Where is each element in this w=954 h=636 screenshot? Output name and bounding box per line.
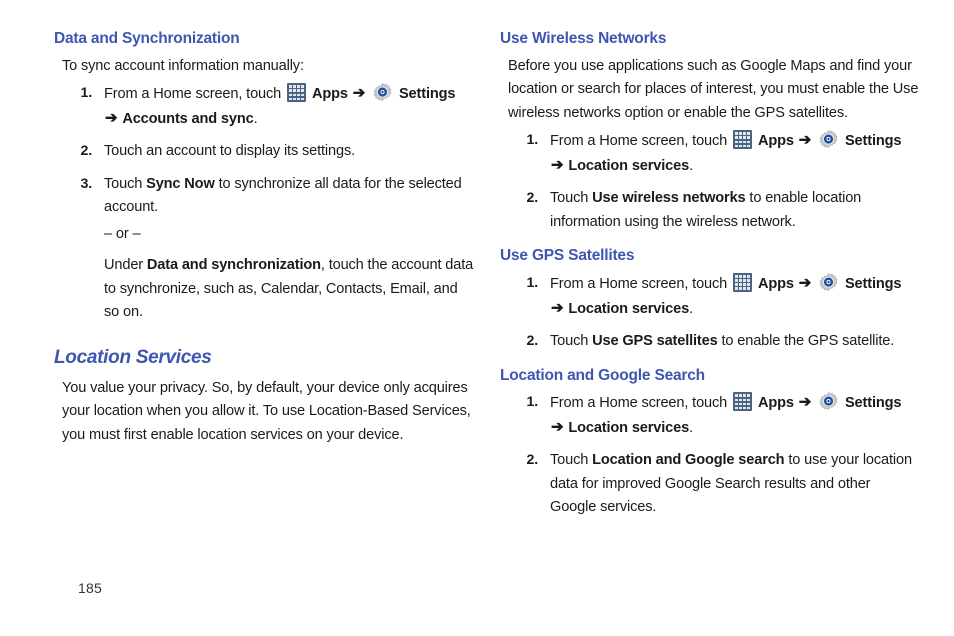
step-item: 1. From a Home screen, touch Apps ➔ Sett… <box>500 391 920 440</box>
arrow-icon: ➔ <box>105 109 118 127</box>
heading-location-and-google-search: Location and Google Search <box>500 366 705 384</box>
step-number: 1. <box>526 275 538 292</box>
step-item: 1. From a Home screen, touch Apps ➔ Sett… <box>54 82 474 131</box>
menu-path-tail: . <box>253 110 258 127</box>
step-text-lead: Touch <box>104 175 143 192</box>
apps-label: Apps <box>311 86 348 103</box>
menu-path-label: Accounts and sync <box>122 110 254 127</box>
settings-label: Settings <box>844 276 902 293</box>
apps-label: Apps <box>757 133 794 150</box>
step-text-pre: From a Home screen, touch <box>550 395 728 412</box>
emphasis-sync-now: Sync Now <box>146 175 215 192</box>
step-text: Touch an account to display its settings… <box>104 143 356 160</box>
step-text-lead: Touch <box>550 333 589 350</box>
step-number: 2. <box>526 333 538 350</box>
step-text-lead: Touch <box>550 452 589 469</box>
arrow-icon: ➔ <box>798 131 812 149</box>
manual-page: Data and Synchronization To sync account… <box>0 0 954 636</box>
page-number: 185 <box>78 580 102 596</box>
apps-grid-icon <box>733 273 753 293</box>
step-item: 1. From a Home screen, touch Apps ➔ Sett… <box>500 272 920 321</box>
menu-path-label: Location services <box>568 157 690 174</box>
emphasis-data-and-synchronization: Data and synchronization <box>146 257 321 274</box>
step-number: 1. <box>526 394 538 411</box>
step-number: 2. <box>80 143 92 160</box>
step-number: 1. <box>526 132 538 149</box>
settings-gear-icon <box>818 129 839 150</box>
step-text-after: to enable the GPS satellite. <box>721 333 895 350</box>
apps-grid-icon <box>287 83 307 103</box>
menu-path-label: Location services <box>568 300 690 317</box>
step-number: 2. <box>526 452 538 469</box>
step-item: 2. Touch Use GPS satellites to enable th… <box>500 330 920 354</box>
step-item: 2. Touch an account to display its setti… <box>54 140 474 164</box>
step-number: 3. <box>80 175 92 192</box>
step-number: 1. <box>80 85 92 102</box>
right-column: Use Wireless Networks Before you use app… <box>500 30 920 520</box>
steps-use-wireless-networks: 1. From a Home screen, touch Apps ➔ Sett… <box>500 129 920 234</box>
settings-gear-icon <box>818 391 839 412</box>
steps-location-and-google-search: 1. From a Home screen, touch Apps ➔ Sett… <box>500 391 920 520</box>
intro-sync-manually: To sync account information manually: <box>62 57 304 74</box>
step-continuation: ➔ Location services. <box>550 297 920 322</box>
apps-label: Apps <box>757 395 794 412</box>
arrow-icon: ➔ <box>798 274 812 292</box>
left-column: Data and Synchronization To sync account… <box>54 30 474 451</box>
arrow-icon: ➔ <box>551 299 564 317</box>
step-continuation: ➔ Location services. <box>550 416 920 441</box>
emphasis-use-wireless-networks: Use wireless networks <box>592 190 746 207</box>
apps-grid-icon <box>733 130 753 150</box>
step-item: 2. Touch Use wireless networks to enable… <box>500 187 920 234</box>
alt-lead: Under <box>104 257 143 274</box>
arrow-icon: ➔ <box>352 84 366 102</box>
step-number: 2. <box>526 190 538 207</box>
heading-use-wireless-networks: Use Wireless Networks <box>500 30 667 47</box>
menu-path-tail: . <box>689 300 693 317</box>
step-continuation: ➔ Accounts and sync. <box>104 107 474 132</box>
step-item: 3. Touch Sync Now to synchronize all dat… <box>54 173 474 325</box>
arrow-icon: ➔ <box>798 393 812 411</box>
settings-label: Settings <box>844 395 902 412</box>
settings-label: Settings <box>398 86 456 103</box>
or-separator: – or – <box>104 225 141 242</box>
steps-data-sync: 1. From a Home screen, touch Apps ➔ Sett… <box>54 82 474 325</box>
heading-data-and-synchronization: Data and Synchronization <box>54 30 240 47</box>
step-text-pre: From a Home screen, touch <box>550 133 728 150</box>
step-text-pre: From a Home screen, touch <box>104 86 282 103</box>
step-item: 1. From a Home screen, touch Apps ➔ Sett… <box>500 129 920 178</box>
heading-use-gps-satellites: Use GPS Satellites <box>500 247 635 265</box>
menu-path-label: Location services <box>568 419 690 436</box>
step-text-pre: From a Home screen, touch <box>550 276 728 293</box>
body-use-wireless-networks: Before you use applications such as Goog… <box>508 57 919 121</box>
settings-gear-icon <box>818 272 839 293</box>
arrow-icon: ➔ <box>551 156 564 174</box>
settings-label: Settings <box>844 133 902 150</box>
settings-gear-icon <box>372 82 393 103</box>
menu-path-tail: . <box>689 157 693 174</box>
menu-path-tail: . <box>689 419 693 436</box>
emphasis-use-gps-satellites: Use GPS satellites <box>592 333 718 350</box>
heading-location-services: Location Services <box>54 346 212 368</box>
steps-use-gps-satellites: 1. From a Home screen, touch Apps ➔ Sett… <box>500 272 920 354</box>
step-text-lead: Touch <box>550 190 589 207</box>
apps-label: Apps <box>757 276 794 293</box>
apps-grid-icon <box>733 392 753 412</box>
arrow-icon: ➔ <box>551 418 564 436</box>
alternative-instruction: Under Data and synchronization, touch th… <box>104 254 474 325</box>
body-location-services: You value your privacy. So, by default, … <box>62 379 471 443</box>
emphasis-location-and-google-search: Location and Google search <box>592 452 785 469</box>
step-continuation: ➔ Location services. <box>550 154 920 179</box>
step-item: 2. Touch Location and Google search to u… <box>500 449 920 520</box>
